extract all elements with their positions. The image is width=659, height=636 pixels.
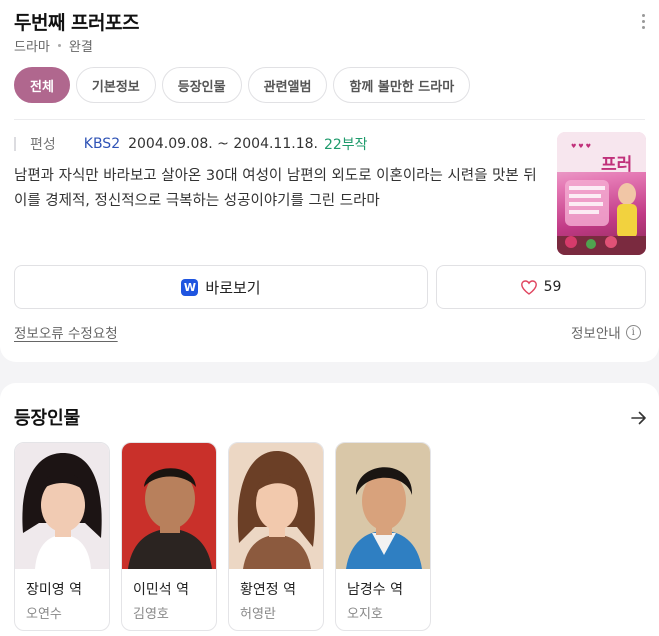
- svg-text:프러: 프러: [601, 155, 632, 175]
- broadcast-period: 2004.09.08. ~ 2004.11.18.: [128, 136, 318, 152]
- actor-name: 김영호: [133, 607, 169, 622]
- tab-all[interactable]: 전체: [14, 67, 70, 103]
- cast-member[interactable]: 장미영 역 오연수: [14, 442, 110, 631]
- episode-count: 22부작: [323, 137, 368, 153]
- more-options-icon[interactable]: [638, 14, 648, 32]
- role-name: 장미영 역: [26, 582, 82, 598]
- cast-member[interactable]: 이민석 역 김영호: [121, 442, 217, 631]
- role-name: 이민석 역: [133, 582, 189, 598]
- separator-dot: [57, 44, 61, 47]
- info-bar: [14, 137, 16, 151]
- poster-art: ♥ ♥ ♥ 프러: [557, 132, 646, 255]
- actor-photo: [229, 443, 323, 569]
- wavve-icon: W: [181, 278, 199, 296]
- actor-name: 오지호: [347, 607, 383, 622]
- watch-label: 바로보기: [205, 278, 261, 297]
- actor-name: 허영란: [240, 607, 276, 622]
- like-count: 59: [543, 279, 562, 295]
- actor-name: 오연수: [26, 607, 62, 622]
- role-name: 황연정 역: [240, 582, 296, 598]
- actor-photo: [15, 443, 109, 569]
- subtitle: 드라마 완결: [14, 36, 93, 55]
- guide-label: 정보안내: [571, 326, 621, 342]
- like-button[interactable]: 59: [436, 265, 646, 309]
- tab-cast[interactable]: 등장인물: [161, 67, 242, 103]
- tab-bar: 전체 기본정보 등장인물 관련앨범 함께 볼만한 드라마: [14, 67, 471, 103]
- cast-card: 등장인물 장미영 역 오연수 이민석 역 김영호 황연정 역 허영란 남경수 역…: [0, 383, 659, 636]
- drama-info-card: 두번째 프러포즈 드라마 완결 전체 기본정보 등장인물 관련앨범 함께 볼만한…: [0, 0, 659, 362]
- info-guide[interactable]: 정보안내 i: [571, 322, 641, 342]
- actor-photo: [122, 443, 216, 569]
- network-link[interactable]: KBS2: [84, 136, 120, 152]
- info-label: 편성: [30, 137, 56, 153]
- broadcast-info: 편성 KBS2 2004.09.08. ~ 2004.11.18. 22부작: [14, 134, 368, 154]
- cast-member[interactable]: 황연정 역 허영란: [228, 442, 324, 631]
- tab-similar-dramas[interactable]: 함께 볼만한 드라마: [333, 67, 471, 103]
- info-icon: i: [625, 324, 641, 340]
- watch-button[interactable]: W 바로보기: [14, 265, 428, 309]
- heart-icon: [520, 279, 537, 295]
- role-name: 남경수 역: [347, 582, 403, 598]
- divider: [14, 119, 645, 120]
- svg-text:♥ ♥ ♥: ♥ ♥ ♥: [571, 143, 591, 150]
- genre-label: 드라마: [14, 40, 50, 55]
- poster-image[interactable]: ♥ ♥ ♥ 프러: [557, 132, 646, 255]
- status-label: 완결: [68, 40, 93, 55]
- arrow-right-icon[interactable]: [631, 410, 647, 426]
- tab-basic-info[interactable]: 기본정보: [75, 67, 156, 103]
- cast-member[interactable]: 남경수 역 오지호: [335, 442, 431, 631]
- tab-related-albums[interactable]: 관련앨범: [247, 67, 328, 103]
- page-title: 두번째 프러포즈: [14, 12, 139, 34]
- actor-photo: [336, 443, 430, 569]
- synopsis: 남편과 자식만 바라보고 살아온 30대 여성이 남편의 외도로 이혼이라는 시…: [14, 168, 537, 209]
- cast-section-title: 등장인물: [14, 408, 81, 429]
- report-error-link[interactable]: 정보오류 수정요청: [14, 322, 118, 342]
